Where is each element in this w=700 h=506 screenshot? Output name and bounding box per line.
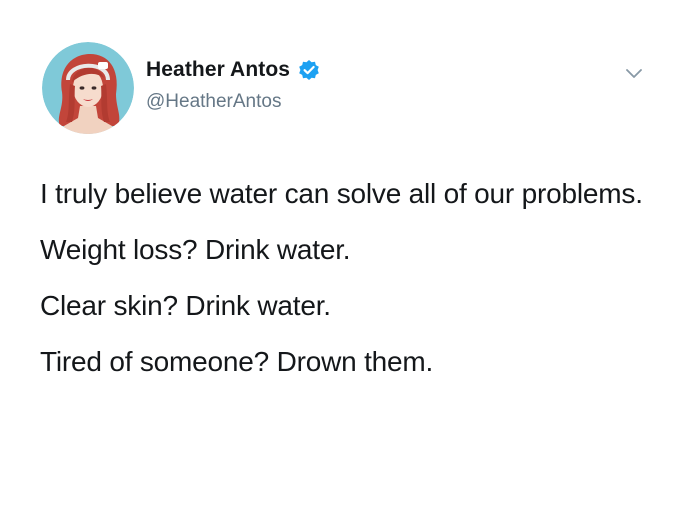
avatar[interactable] <box>42 42 134 134</box>
tweet-paragraph: I truly believe water can solve all of o… <box>40 178 643 209</box>
tweet-paragraph: Tired of someone? Drown them. <box>40 346 434 377</box>
tweet-card: Heather Antos @HeatherAntos I truly beli… <box>0 0 700 506</box>
author-handle[interactable]: @HeatherAntos <box>146 91 281 113</box>
tweet-menu-button[interactable] <box>621 64 647 84</box>
verified-badge-icon <box>298 59 320 81</box>
author-display-name[interactable]: Heather Antos <box>146 58 290 82</box>
profile-portrait-icon <box>42 42 134 134</box>
author-name-row: Heather Antos <box>146 58 320 82</box>
chevron-down-icon <box>626 69 642 78</box>
tweet-text: I truly believe water can solve all of o… <box>40 172 660 396</box>
tweet-paragraph: Clear skin? Drink water. <box>40 290 331 321</box>
tweet-paragraph: Weight loss? Drink water. <box>40 234 351 265</box>
